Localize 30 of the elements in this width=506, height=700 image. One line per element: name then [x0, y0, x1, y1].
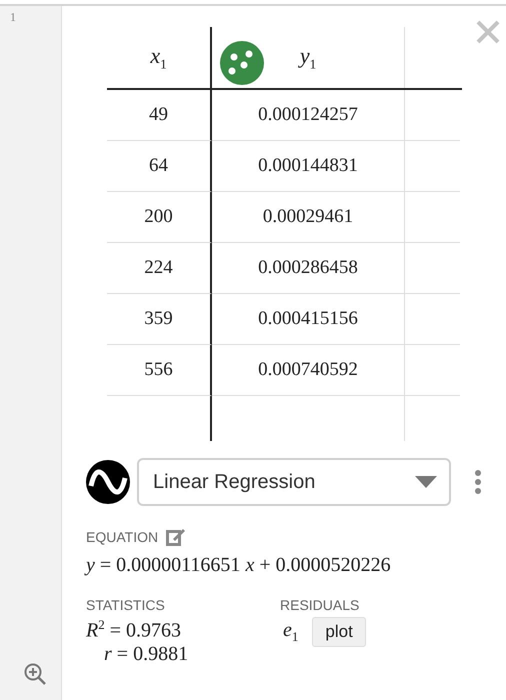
- statistic: r = 0.9881: [104, 642, 190, 666]
- table-cell[interactable]: 200: [144, 206, 173, 228]
- table-cell[interactable]: 0.00029461: [262, 206, 354, 228]
- table-cell[interactable]: 49: [149, 104, 168, 126]
- table-cell[interactable]: 0.000415156: [258, 308, 358, 330]
- section-label: RESIDUALS: [280, 597, 360, 613]
- column-header[interactable]: x$_{1}$: [150, 42, 167, 72]
- table-cell[interactable]: 556: [144, 359, 173, 381]
- residual-variable: e$_{1}$: [283, 619, 298, 645]
- model-dropdown[interactable]: Linear Regression: [137, 458, 451, 506]
- table-cell[interactable]: 0.000286458: [258, 257, 358, 279]
- section-label: EQUATION: [86, 529, 158, 545]
- table-cell[interactable]: 0.000144831: [258, 155, 358, 177]
- zoom-in-icon[interactable]: [23, 662, 47, 686]
- caret-icon[interactable]: [415, 476, 437, 488]
- points-icon[interactable]: [220, 41, 264, 85]
- table-cell[interactable]: 64: [149, 155, 168, 177]
- section-label: STATISTICS: [86, 597, 166, 613]
- edit-icon[interactable]: [166, 528, 186, 546]
- table-cell[interactable]: 359: [144, 308, 173, 330]
- statistic: R$^{2}$ = 0.9763: [86, 617, 182, 643]
- more-icon[interactable]: [474, 470, 482, 494]
- table-cell[interactable]: 224: [144, 257, 173, 279]
- table-cell[interactable]: 0.000740592: [258, 359, 358, 381]
- table-cell[interactable]: 0.000124257: [258, 104, 358, 126]
- plot-button[interactable]: plot: [312, 617, 366, 647]
- regression-equation: y = 0.00000116651 x + 0.0000520226: [86, 554, 392, 577]
- expression-number: 1: [10, 10, 16, 25]
- column-header[interactable]: y$_{1}$: [300, 42, 316, 72]
- regression-icon: [86, 460, 130, 504]
